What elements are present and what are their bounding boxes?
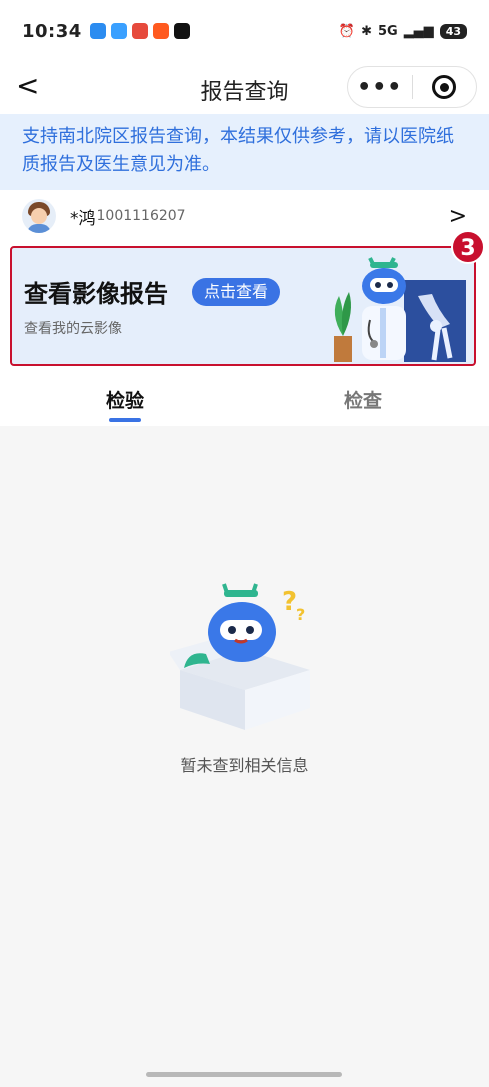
app-notification-icon: [89, 23, 106, 39]
more-options-button[interactable]: •••: [348, 75, 412, 100]
app-notification-icon: [131, 23, 148, 39]
svg-text:?: ?: [296, 605, 305, 624]
empty-box-mascot-icon: ? ?: [170, 583, 310, 730]
avatar: [22, 199, 56, 233]
app-notification-icon: [173, 23, 190, 39]
battery-icon: 43: [439, 23, 467, 39]
network-label: 5G: [377, 23, 398, 39]
app-notification-icon: [152, 23, 169, 39]
app-notification-icon: [110, 23, 127, 39]
signal-icon: ▂▄▆: [403, 23, 434, 39]
step-badge: 3: [451, 230, 485, 264]
doctor-mascot-xray-illustration: [334, 257, 466, 362]
view-imaging-button[interactable]: 点击查看: [192, 278, 281, 306]
status-app-icons: [89, 23, 190, 39]
close-mini-program-button[interactable]: [413, 75, 477, 99]
mini-program-capsule: •••: [347, 66, 477, 108]
banner-subtitle: 查看我的云影像: [24, 321, 122, 337]
report-tabs: 检验 检查: [0, 366, 489, 426]
svg-text:?: ?: [282, 587, 297, 617]
bluetooth-icon: ✱: [361, 23, 372, 39]
status-bar: 10:34 ⏰ ✱ 5G ▂▄▆ 43: [0, 0, 489, 62]
patient-selector[interactable]: *鸿 1001116207 >: [0, 190, 489, 242]
status-time: 10:34: [22, 20, 82, 42]
imaging-report-banner[interactable]: 查看影像报告 点击查看 查看我的云影像: [10, 246, 476, 366]
chevron-right-icon: >: [448, 203, 467, 229]
empty-state-text: 暂未查到相关信息: [180, 756, 309, 775]
nav-bar: < 报告查询 •••: [0, 62, 489, 114]
tab-examinations[interactable]: 检查: [344, 386, 382, 413]
banner-title: 查看影像报告: [24, 280, 168, 308]
patient-name: *鸿: [70, 208, 96, 229]
status-indicators: ⏰ ✱ 5G ▂▄▆ 43: [338, 23, 467, 39]
home-indicator[interactable]: [146, 1072, 342, 1077]
target-close-icon: [432, 75, 457, 99]
imaging-banner-section: 查看影像报告 点击查看 查看我的云影像: [0, 242, 489, 366]
tab-lab-tests[interactable]: 检验: [106, 386, 144, 413]
active-tab-indicator: [109, 418, 141, 422]
patient-id: 1001116207: [96, 208, 186, 224]
alarm-icon: ⏰: [338, 23, 356, 39]
notice-banner: 支持南北院区报告查询，本结果仅供参考，请以医院纸质报告及医生意见为准。: [0, 114, 489, 190]
